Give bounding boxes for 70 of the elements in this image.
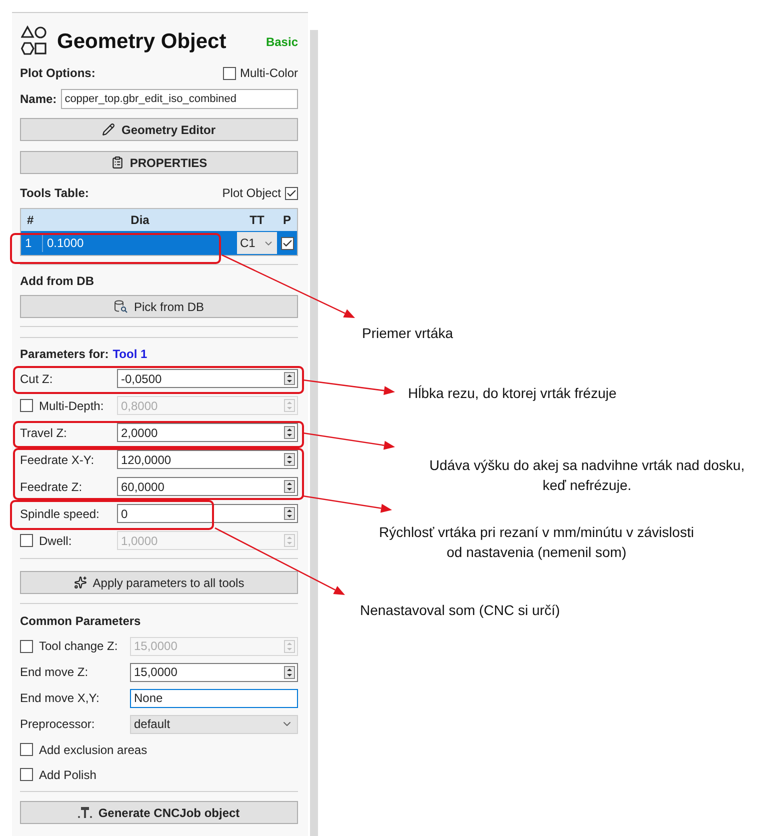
checkbox[interactable] (280, 236, 294, 250)
spinner-arrows-icon[interactable] (284, 426, 295, 439)
tool-type-dropdown[interactable]: C1 (237, 232, 277, 254)
panel-button[interactable]: PROPERTIES (20, 151, 298, 174)
checkbox[interactable] (20, 743, 33, 756)
table-row[interactable]: 1 0.1000 C1 (21, 231, 297, 255)
annotation-text: Priemer vrtáka (362, 324, 454, 343)
field-label: Dwell: (39, 532, 72, 550)
annotation-text: Hĺbka rezu, do ktorej vrták frézuje (408, 384, 618, 403)
checkbox-label: Add Polish (39, 766, 96, 784)
table-cell-text: 0.1000 (46, 235, 85, 252)
field-label: Feedrate Z: (20, 478, 82, 496)
spinner-arrows-icon[interactable] (284, 507, 295, 520)
checkbox[interactable] (222, 66, 236, 80)
spinner-arrows-icon[interactable] (284, 480, 295, 493)
checkbox[interactable] (285, 186, 298, 200)
field-label: Multi-Depth: (39, 398, 104, 414)
checkbox[interactable] (20, 768, 33, 781)
column-header: # (26, 212, 35, 229)
checkbox[interactable] (20, 534, 33, 547)
field-label: End move Z: (20, 664, 88, 681)
field-label: Tool change Z: (39, 638, 118, 655)
annotation-text: Nenastavoval som (CNC si určí) (360, 601, 561, 620)
panel-button[interactable]: Apply parameters to all tools (20, 571, 298, 594)
number-field[interactable]: 60,0000 (117, 477, 298, 496)
field-label: Travel Z: (20, 424, 67, 442)
section-label: Plot Options: (20, 65, 96, 82)
clipboard-icon (110, 156, 124, 169)
number-field[interactable]: 0 (117, 504, 298, 523)
database-search-icon (114, 300, 128, 313)
spinner-arrows-icon[interactable] (284, 372, 295, 385)
annotation-text: Rýchlosť vrtáka pri rezaní v mm/minútu v závislosti od nastavenia (nemenil som) (378, 523, 695, 562)
pencil-icon (102, 123, 116, 136)
section-label: Common Parameters (20, 613, 141, 630)
field-label: Name: (20, 91, 57, 108)
scrollbar[interactable] (310, 30, 318, 836)
annotation-text: Udáva výšku do akej sa nadvihne vrták nad dosku, keď nefrézuje. (428, 456, 746, 495)
field-label: Spindle speed: (20, 506, 100, 522)
column-header: P (282, 212, 292, 229)
panel-button[interactable]: Generate CNCJob object (20, 801, 298, 824)
number-field[interactable]: 15,0000 (130, 662, 298, 682)
column-header: TT (248, 212, 266, 229)
spinner-arrows-icon[interactable] (284, 453, 295, 466)
name-field[interactable]: copper_top.gbr_edit_iso_combined (60, 89, 298, 109)
tool-name: Tool 1 (112, 346, 148, 363)
section-label: Add from DB (20, 273, 94, 290)
number-field[interactable]: 120,0000 (117, 450, 298, 469)
field-label: Cut Z: (20, 370, 53, 388)
column-header: Dia (130, 212, 150, 229)
panel-button[interactable]: Pick from DB (20, 295, 298, 318)
checkbox[interactable] (20, 399, 33, 412)
drill-icon (78, 806, 92, 819)
number-field[interactable]: -0,0500 (117, 369, 298, 388)
panel-button[interactable]: Geometry Editor (20, 118, 298, 141)
checkbox-label: Multi-Color (240, 65, 298, 82)
section-label: Parameters for: (20, 346, 109, 363)
dropdown[interactable]: default (130, 714, 298, 734)
field-label: Feedrate X-Y: (20, 452, 94, 468)
text-field[interactable]: None (130, 688, 298, 708)
section-label: Tools Table: (20, 185, 89, 202)
checkbox-label: Add exclusion areas (39, 742, 148, 758)
spinner-arrows-icon[interactable] (284, 666, 295, 678)
panel-title: Geometry Object (57, 29, 226, 56)
table-cell: 1 (21, 234, 43, 252)
sparkle-icon (74, 576, 87, 589)
number-field[interactable]: 2,0000 (117, 423, 298, 442)
field-label: End move X,Y: (20, 690, 100, 707)
checkbox-label: Plot Object (222, 185, 281, 202)
checkbox[interactable] (20, 640, 33, 652)
field-label: Preprocessor: (20, 716, 95, 733)
